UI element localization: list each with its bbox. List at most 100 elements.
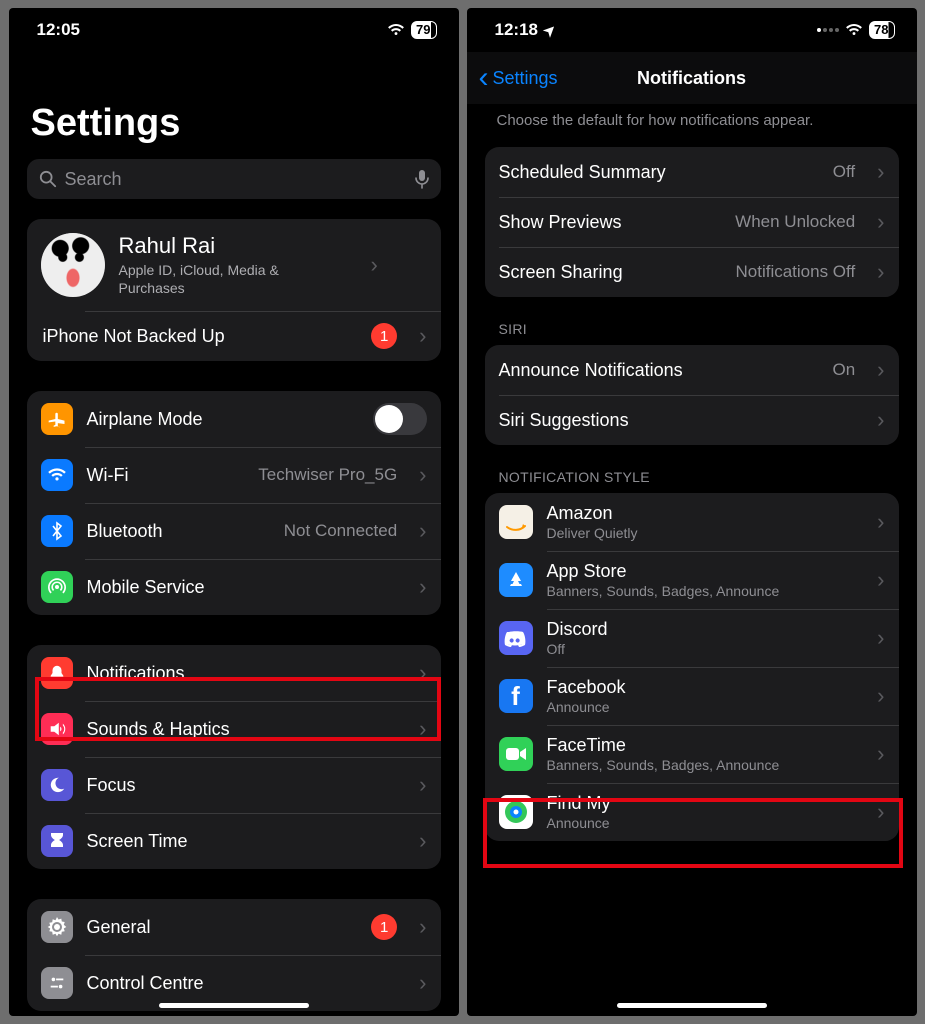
screen-sharing-value: Notifications Off <box>735 262 855 282</box>
airplane-toggle[interactable] <box>373 403 427 435</box>
airplane-icon <box>41 403 73 435</box>
show-previews-label: Show Previews <box>499 212 622 233</box>
scheduled-summary-label: Scheduled Summary <box>499 162 666 183</box>
battery-icon: 79 <box>411 21 436 39</box>
findmy-icon <box>499 795 533 829</box>
sounds-row[interactable]: Sounds & Haptics <box>27 701 441 757</box>
screentime-row[interactable]: Screen Time <box>27 813 441 869</box>
chevron-right-icon <box>419 970 426 996</box>
chevron-right-icon <box>877 259 884 285</box>
chevron-right-icon <box>419 914 426 940</box>
backup-row[interactable]: iPhone Not Backed Up 1 <box>27 311 441 361</box>
amazon-icon <box>499 505 533 539</box>
show-previews-row[interactable]: Show Previews When Unlocked <box>485 197 899 247</box>
antenna-icon <box>41 571 73 603</box>
airplane-label: Airplane Mode <box>87 409 203 430</box>
appstore-icon <box>499 563 533 597</box>
connectivity-group: Airplane Mode Wi-Fi Techwiser Pro_5G Blu… <box>27 391 441 615</box>
announce-label: Announce Notifications <box>499 360 683 381</box>
nav-title: Notifications <box>637 68 746 89</box>
chevron-right-icon <box>419 323 426 349</box>
nav-header: Settings Notifications <box>467 52 917 104</box>
backup-badge: 1 <box>371 323 397 349</box>
focus-row[interactable]: Focus <box>27 757 441 813</box>
chevron-right-icon <box>877 357 884 383</box>
status-time: 12:18 <box>495 20 538 40</box>
sounds-label: Sounds & Haptics <box>87 719 230 740</box>
page-title: Settings <box>9 52 459 159</box>
chevron-right-icon <box>877 159 884 185</box>
mobile-row[interactable]: Mobile Service <box>27 559 441 615</box>
display-group: Scheduled Summary Off Show Previews When… <box>485 147 899 297</box>
chevron-right-icon <box>877 567 884 593</box>
control-centre-label: Control Centre <box>87 973 204 994</box>
battery-icon: 78 <box>869 21 894 39</box>
bluetooth-row[interactable]: Bluetooth Not Connected <box>27 503 441 559</box>
chevron-right-icon <box>877 683 884 709</box>
section-note: Choose the default for how notifications… <box>467 104 917 147</box>
app-list: AmazonDeliver Quietly App StoreBanners, … <box>485 493 899 841</box>
app-name: Facebook <box>547 677 626 698</box>
app-name: FaceTime <box>547 735 780 756</box>
backup-label: iPhone Not Backed Up <box>43 326 225 347</box>
speaker-icon <box>41 713 73 745</box>
sliders-icon <box>41 967 73 999</box>
app-row-discord[interactable]: DiscordOff <box>485 609 899 667</box>
app-row-amazon[interactable]: AmazonDeliver Quietly <box>485 493 899 551</box>
hourglass-icon <box>41 825 73 857</box>
status-bar: 12:05 79 <box>9 8 459 52</box>
chevron-right-icon <box>877 407 884 433</box>
status-time: 12:05 <box>37 20 80 40</box>
notifications-screen: 12:18 78 Settings Notifications Choose t… <box>467 8 917 1016</box>
bell-icon <box>41 657 73 689</box>
wifi-value: Techwiser Pro_5G <box>258 465 397 485</box>
airplane-row[interactable]: Airplane Mode <box>27 391 441 447</box>
status-bar: 12:18 78 <box>467 8 917 52</box>
screen-sharing-row[interactable]: Screen Sharing Notifications Off <box>485 247 899 297</box>
settings-screen: 12:05 79 Settings Search Rahul Rai Apple… <box>9 8 459 1016</box>
app-sub: Announce <box>547 815 611 831</box>
chevron-right-icon <box>419 574 426 600</box>
app-row-facetime[interactable]: FaceTimeBanners, Sounds, Badges, Announc… <box>485 725 899 783</box>
search-icon <box>39 170 57 188</box>
app-sub: Off <box>547 641 608 657</box>
focus-label: Focus <box>87 775 136 796</box>
bluetooth-label: Bluetooth <box>87 521 163 542</box>
back-button[interactable]: Settings <box>479 68 558 89</box>
app-name: App Store <box>547 561 780 582</box>
general-badge: 1 <box>371 914 397 940</box>
scheduled-summary-row[interactable]: Scheduled Summary Off <box>485 147 899 197</box>
siri-suggestions-row[interactable]: Siri Suggestions <box>485 395 899 445</box>
mic-icon[interactable] <box>415 169 429 189</box>
app-row-appstore[interactable]: App StoreBanners, Sounds, Badges, Announ… <box>485 551 899 609</box>
siri-suggestions-label: Siri Suggestions <box>499 410 629 431</box>
app-row-facebook[interactable]: f FacebookAnnounce <box>485 667 899 725</box>
home-indicator[interactable] <box>617 1003 767 1008</box>
announce-value: On <box>832 360 855 380</box>
chevron-right-icon <box>419 462 426 488</box>
app-sub: Announce <box>547 699 626 715</box>
app-sub: Banners, Sounds, Badges, Announce <box>547 583 780 599</box>
announce-row[interactable]: Announce Notifications On <box>485 345 899 395</box>
home-indicator[interactable] <box>159 1003 309 1008</box>
prefs-group: Notifications Sounds & Haptics Focus Scr… <box>27 645 441 869</box>
notifications-row[interactable]: Notifications <box>27 645 441 701</box>
screentime-label: Screen Time <box>87 831 188 852</box>
wifi-row[interactable]: Wi-Fi Techwiser Pro_5G <box>27 447 441 503</box>
general-label: General <box>87 917 151 938</box>
profile-name: Rahul Rai <box>119 233 349 259</box>
search-input[interactable]: Search <box>27 159 441 199</box>
style-header: NOTIFICATION STYLE <box>467 463 917 493</box>
facebook-icon: f <box>499 679 533 713</box>
chevron-right-icon <box>877 625 884 651</box>
general-row[interactable]: General 1 <box>27 899 441 955</box>
chevron-right-icon <box>419 828 426 854</box>
facetime-icon <box>499 737 533 771</box>
wifi-icon <box>387 23 405 37</box>
chevron-right-icon <box>371 252 378 278</box>
bluetooth-icon <box>41 515 73 547</box>
gear-icon <box>41 911 73 943</box>
app-sub: Banners, Sounds, Badges, Announce <box>547 757 780 773</box>
app-row-findmy[interactable]: Find MyAnnounce <box>485 783 899 841</box>
profile-row[interactable]: Rahul Rai Apple ID, iCloud, Media & Purc… <box>27 219 441 311</box>
